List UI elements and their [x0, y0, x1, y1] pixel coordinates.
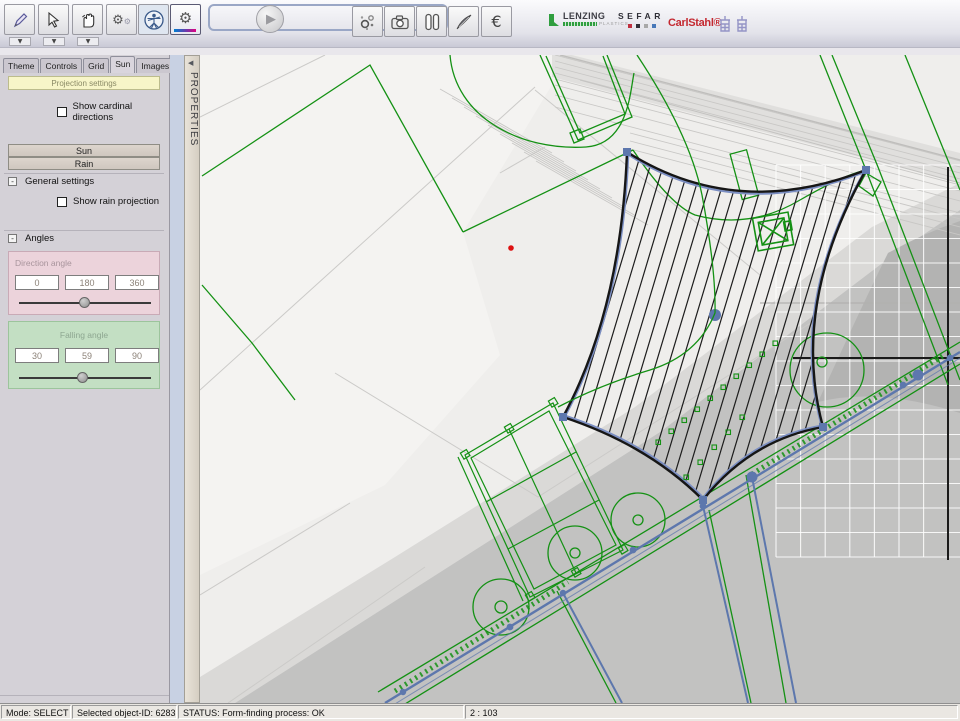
collapse-icon[interactable]: -: [8, 234, 17, 243]
small-gears-icon: [358, 12, 378, 32]
tab-images[interactable]: Images: [136, 58, 174, 73]
lenzing-mark-icon: [548, 12, 561, 28]
angles-section[interactable]: - Angles: [4, 230, 164, 246]
show-rain-label: Show rain projection: [73, 196, 159, 207]
direction-min-input[interactable]: [15, 275, 59, 290]
pan-hand-button[interactable]: [72, 4, 103, 35]
status-zoom: 2 : 103: [465, 705, 958, 719]
red-marker: [508, 245, 514, 251]
gear-icon: ⚙: [179, 9, 192, 27]
settings-sidebar: Theme Controls Grid Sun Images Projectio…: [0, 55, 170, 703]
camera-icon: [390, 13, 410, 31]
status-mode: Mode: SELECT: [1, 705, 71, 719]
collapse-icon[interactable]: -: [8, 177, 17, 186]
falling-min-input[interactable]: [15, 348, 59, 363]
partner-logo-4-icon: [718, 14, 752, 34]
falling-max-input[interactable]: [115, 348, 159, 363]
falling-angle-panel: Falling angle: [8, 321, 160, 389]
partner-logo-4: [718, 14, 752, 39]
cad-viewport[interactable]: [200, 55, 960, 703]
sefar-text: SEFAR: [618, 12, 664, 21]
general-settings-label: General settings: [25, 176, 94, 187]
cursor-icon: [45, 11, 63, 29]
panel-gap: [170, 55, 184, 703]
direction-angle-panel: Direction angle: [8, 251, 160, 315]
pencil-icon: [11, 11, 29, 29]
transform-gears-button[interactable]: ⚙⚙: [106, 4, 137, 35]
main-toolbar: ⚙⚙ ⚙ ▼ ▼ ▼ ▶: [0, 0, 960, 48]
direction-max-input[interactable]: [115, 275, 159, 290]
partner-logos: LENZING PLASTICS SEFAR CarlStahl®: [540, 12, 960, 42]
tab-grid[interactable]: Grid: [83, 58, 109, 73]
direction-slider-handle[interactable]: [79, 297, 90, 308]
properties-tab[interactable]: ◀ PROPERTIES: [184, 55, 200, 703]
general-settings-section[interactable]: - General settings: [4, 173, 164, 189]
direction-value-input[interactable]: [65, 275, 109, 290]
color-gradient-bar: [174, 29, 196, 32]
pencil-dropdown[interactable]: ▼: [9, 37, 31, 46]
angles-label: Angles: [25, 233, 54, 244]
rain-button[interactable]: Rain: [8, 157, 160, 170]
falling-slider-handle[interactable]: [77, 372, 88, 383]
cursor-dropdown[interactable]: ▼: [43, 37, 65, 46]
camera-button[interactable]: [384, 6, 415, 37]
sidebar-tabs: Theme Controls Grid Sun Images: [3, 56, 175, 72]
hand-dropdown[interactable]: ▼: [77, 37, 99, 46]
sun-button[interactable]: Sun: [8, 144, 160, 157]
euro-icon: €: [491, 12, 501, 31]
human-model-button[interactable]: [138, 4, 169, 35]
select-cursor-button[interactable]: [38, 4, 69, 35]
cad-canvas[interactable]: [200, 55, 960, 703]
sefar-logo: SEFAR: [618, 12, 664, 28]
status-selected: Selected object-ID: 6283: [72, 705, 177, 719]
carlstahl-logo: CarlStahl®: [668, 17, 721, 29]
show-cardinal-label: Show cardinal directions: [73, 101, 170, 123]
projection-settings-header: Projection settings: [8, 76, 160, 90]
euro-button[interactable]: €: [481, 6, 512, 37]
tab-controls[interactable]: Controls: [40, 58, 82, 73]
show-cardinal-row: Show cardinal directions: [57, 101, 169, 123]
falling-angle-label: Falling angle: [9, 330, 159, 340]
chevron-left-icon[interactable]: ◀: [188, 59, 193, 67]
sefar-squares: [628, 24, 664, 28]
feather-icon: [454, 12, 474, 32]
direction-angle-label: Direction angle: [15, 258, 72, 268]
falling-value-input[interactable]: [65, 348, 109, 363]
status-process: STATUS: Form-finding process: OK: [178, 705, 464, 719]
render-settings-button[interactable]: ⚙: [170, 4, 201, 35]
properties-label: PROPERTIES: [188, 72, 199, 146]
columns-button[interactable]: [416, 6, 447, 37]
lenzing-bar: [563, 22, 597, 26]
columns-icon: [423, 12, 441, 32]
hand-icon: [79, 11, 97, 29]
tab-sun[interactable]: Sun: [110, 56, 135, 73]
show-rain-checkbox[interactable]: [57, 197, 67, 207]
lenzing-logo: LENZING PLASTICS: [548, 12, 629, 28]
sidebar-bottom-strip: [0, 695, 169, 703]
status-bar: Mode: SELECT Selected object-ID: 6283 ST…: [0, 703, 960, 721]
feather-button[interactable]: [448, 6, 479, 37]
play-button[interactable]: ▶: [256, 5, 284, 33]
tab-theme[interactable]: Theme: [3, 58, 39, 73]
vitruvian-man-icon: [143, 9, 165, 31]
gears-icon: ⚙⚙: [112, 11, 131, 29]
snapshot-gears-button[interactable]: [352, 6, 383, 37]
draw-pencil-button[interactable]: [4, 4, 35, 35]
show-cardinal-checkbox[interactable]: [57, 107, 67, 117]
show-rain-row: Show rain projection: [57, 196, 159, 207]
